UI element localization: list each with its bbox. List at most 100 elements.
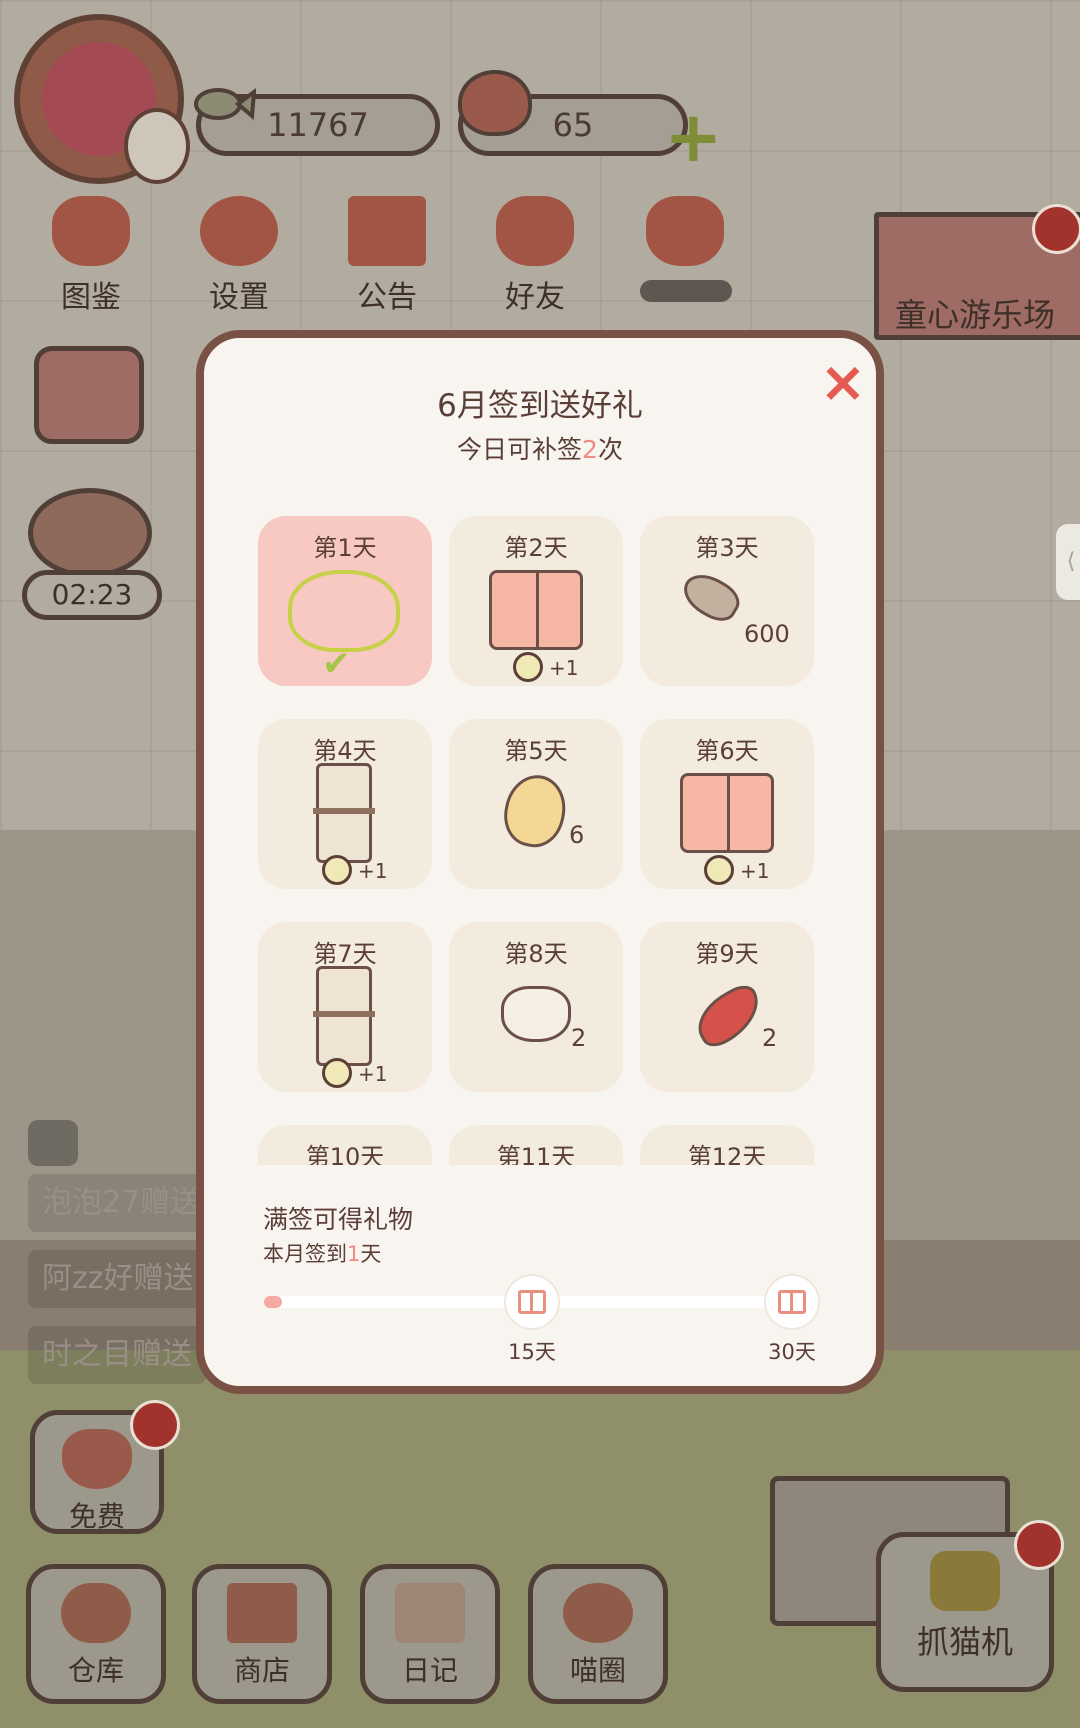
- day-grid: 第1天 ✔ 第2天 +1 第3天 600 第4天 +1 第5天 6 第6天 +1…: [258, 513, 818, 1165]
- chili-icon: [687, 979, 771, 1053]
- menu-friends-button[interactable]: 好友: [470, 196, 600, 316]
- milestone-15-gift-button[interactable]: [506, 1276, 558, 1328]
- menu-gift-hearts-button[interactable]: [620, 196, 750, 316]
- chat-message: 阿zz好赠送: [28, 1250, 208, 1308]
- park-banner-label: 童心游乐场: [895, 296, 1056, 334]
- nav-diary-label: 日记: [401, 1654, 458, 1687]
- hearts-icon: [646, 196, 724, 266]
- progress-suffix: 天: [360, 1242, 382, 1266]
- progress-prefix: 本月签到: [263, 1242, 347, 1266]
- day-label: 第8天: [504, 940, 568, 968]
- park-notification-dot: [1032, 204, 1080, 254]
- day-label: 第12天: [687, 1143, 767, 1165]
- day-card-2[interactable]: 第2天 +1: [449, 516, 623, 686]
- day-label: 第4天: [313, 737, 377, 765]
- subtitle-prefix: 今日可补签: [457, 435, 583, 464]
- full-signin-reward-title: 满签可得礼物: [263, 1205, 414, 1234]
- fish-currency-icon: [194, 88, 256, 121]
- bunny-icon: [124, 108, 190, 184]
- heart-currency-icon: [458, 70, 532, 136]
- chat-toggle-icon[interactable]: [28, 1120, 78, 1166]
- gift-icon: [348, 196, 426, 266]
- claw-notification-dot: [1014, 1520, 1064, 1570]
- bonus-count: +1: [358, 1062, 388, 1086]
- menu-announcement-label: 公告: [357, 280, 417, 315]
- menu-progress-bar: [640, 280, 732, 302]
- curtain-icon: [489, 570, 583, 650]
- day-card-4[interactable]: 第4天 +1: [258, 719, 432, 889]
- gear-icon: [200, 196, 278, 266]
- modal-title: 6月签到送好礼: [437, 388, 643, 424]
- menu-collection-button[interactable]: 图鉴: [26, 196, 156, 316]
- warehouse-icon: [61, 1583, 131, 1643]
- heart-currency-value: 65: [552, 106, 594, 144]
- nav-warehouse-button[interactable]: 仓库: [26, 1564, 166, 1704]
- day-card-11[interactable]: 第11天: [449, 1125, 623, 1165]
- shelf-icon: [313, 763, 375, 863]
- nav-shop-button[interactable]: 商店: [192, 1564, 332, 1704]
- nav-cat-circle-button[interactable]: 喵圈: [528, 1564, 668, 1704]
- bonus-count: +1: [549, 656, 579, 680]
- makeup-count: 2: [582, 435, 598, 464]
- calendar-icon[interactable]: [34, 346, 144, 444]
- curtain-icon: [680, 773, 774, 853]
- mouse-icon: [28, 488, 152, 578]
- reward-quantity: 2: [762, 1024, 778, 1052]
- milestone-15-label: 15天: [508, 1340, 556, 1364]
- planet-cat-icon: [563, 1583, 633, 1643]
- day-card-12[interactable]: 第12天: [640, 1125, 814, 1165]
- egg-token-icon: [513, 652, 543, 682]
- nav-shop-label: 商店: [233, 1654, 290, 1687]
- free-button-label: 免费: [68, 1500, 125, 1533]
- chat-message: 时之目赠送: [28, 1326, 206, 1384]
- timer-value: 02:23: [51, 578, 133, 611]
- nav-diary-button[interactable]: 日记: [360, 1564, 500, 1704]
- day-card-1[interactable]: 第1天 ✔: [258, 516, 432, 686]
- bonus-count: +1: [740, 859, 770, 883]
- diary-icon: [395, 1583, 465, 1643]
- menu-announcement-button[interactable]: 公告: [322, 196, 452, 316]
- milestone-30-gift-button[interactable]: [766, 1276, 818, 1328]
- cat-face-icon: [288, 570, 400, 652]
- gift-icon: [518, 1290, 546, 1314]
- fish-currency-value: 11767: [267, 106, 369, 144]
- day-label: 第11天: [496, 1143, 576, 1165]
- day-card-10[interactable]: 第10天: [258, 1125, 432, 1165]
- fish-icon: [676, 566, 746, 628]
- egg-token-icon: [322, 855, 352, 885]
- subtitle-suffix: 次: [597, 435, 623, 464]
- day-card-7[interactable]: 第7天 +1: [258, 922, 432, 1092]
- egg-token-icon: [704, 855, 734, 885]
- shelf-icon: [313, 966, 375, 1066]
- milestone-30-label: 30天: [768, 1340, 816, 1364]
- heart-face-icon: [62, 1429, 132, 1489]
- claw-icon: [930, 1551, 1000, 1611]
- day-card-8[interactable]: 第8天 2: [449, 922, 623, 1092]
- day-card-6[interactable]: 第6天 +1: [640, 719, 814, 889]
- day-card-3[interactable]: 第3天 600: [640, 516, 814, 686]
- egg-token-icon: [322, 1058, 352, 1088]
- modal-subtitle: 今日可补签2次: [196, 430, 884, 466]
- bonus-count: +1: [358, 859, 388, 883]
- chat-message: 泡泡27赠送: [28, 1174, 215, 1232]
- check-icon: ✔: [322, 644, 351, 684]
- day-label: 第2天: [504, 534, 568, 562]
- cat-head-icon: [52, 196, 130, 266]
- day-card-5[interactable]: 第5天 6: [449, 719, 623, 889]
- day-card-9[interactable]: 第9天 2: [640, 922, 814, 1092]
- side-drawer-tab[interactable]: ⟨: [1056, 524, 1080, 600]
- day-label: 第10天: [305, 1143, 385, 1165]
- day-label: 第3天: [695, 534, 759, 562]
- progress-days: 1: [347, 1242, 361, 1266]
- nav-cat-circle-label: 喵圈: [569, 1654, 626, 1687]
- countdown-timer: 02:23: [22, 570, 162, 620]
- monthly-progress-text: 本月签到1天: [263, 1238, 381, 1268]
- gift-icon: [778, 1290, 806, 1314]
- sugar-icon: [501, 986, 571, 1042]
- friends-icon: [496, 196, 574, 266]
- menu-settings-button[interactable]: 设置: [174, 196, 304, 316]
- day-label: 第6天: [695, 737, 759, 765]
- menu-friends-label: 好友: [505, 280, 565, 315]
- add-heart-button[interactable]: +: [664, 102, 723, 172]
- close-button[interactable]: ×: [818, 355, 868, 411]
